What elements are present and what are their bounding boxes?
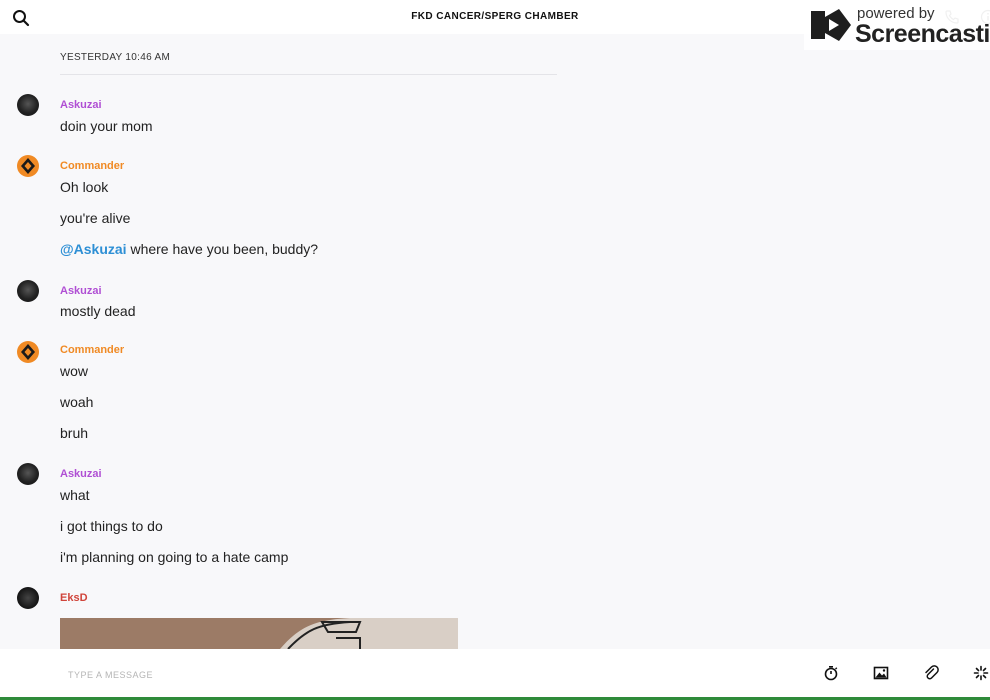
- avatar[interactable]: [17, 341, 39, 363]
- screencastify-logo-icon: [811, 9, 851, 41]
- message-text: what: [60, 487, 90, 503]
- diamond-icon: [21, 344, 35, 360]
- message-text: @Askuzai where have you been, buddy?: [60, 241, 318, 257]
- date-separator: YESTERDAY 10:46 AM: [60, 52, 557, 75]
- message-text: you're alive: [60, 210, 131, 226]
- avatar[interactable]: [17, 94, 39, 116]
- user-mention[interactable]: @Askuzai: [60, 241, 127, 257]
- watermark-brand-text: Screencastify: [855, 20, 990, 48]
- screencastify-watermark: powered by Screencastify: [804, 0, 990, 50]
- sparkle-icon[interactable]: [973, 665, 989, 681]
- avatar[interactable]: [17, 280, 39, 302]
- message-username[interactable]: Askuzai: [60, 468, 102, 480]
- message-text: Oh look: [60, 179, 109, 195]
- message-text: bruh: [60, 425, 89, 441]
- message-text: i'm planning on going to a hate camp: [60, 549, 289, 565]
- message-text: doin your mom: [60, 118, 153, 134]
- chat-header: FKD CANCER/SPERG CHAMBER powered by Scre…: [0, 0, 990, 50]
- paperclip-icon[interactable]: [923, 665, 939, 681]
- message-text: wow: [60, 363, 89, 379]
- message-text: i got things to do: [60, 518, 163, 534]
- avatar[interactable]: [17, 463, 39, 485]
- message-image[interactable]: [60, 618, 458, 649]
- message-text: mostly dead: [60, 303, 136, 319]
- message-username[interactable]: Askuzai: [60, 99, 102, 111]
- timer-icon[interactable]: [823, 665, 839, 681]
- avatar[interactable]: [17, 587, 39, 609]
- message-username[interactable]: Commander: [60, 160, 124, 172]
- avatar[interactable]: [17, 155, 39, 177]
- message-username[interactable]: Askuzai: [60, 285, 102, 297]
- image-content: [280, 618, 458, 649]
- message-composer: [0, 649, 990, 697]
- message-text: woah: [60, 394, 94, 410]
- message-username[interactable]: Commander: [60, 344, 124, 356]
- image-icon[interactable]: [873, 665, 889, 681]
- diamond-icon: [21, 158, 35, 174]
- message-input[interactable]: [66, 665, 670, 685]
- message-username[interactable]: EksD: [60, 592, 88, 604]
- message-text-rest: where have you been, buddy?: [130, 241, 319, 257]
